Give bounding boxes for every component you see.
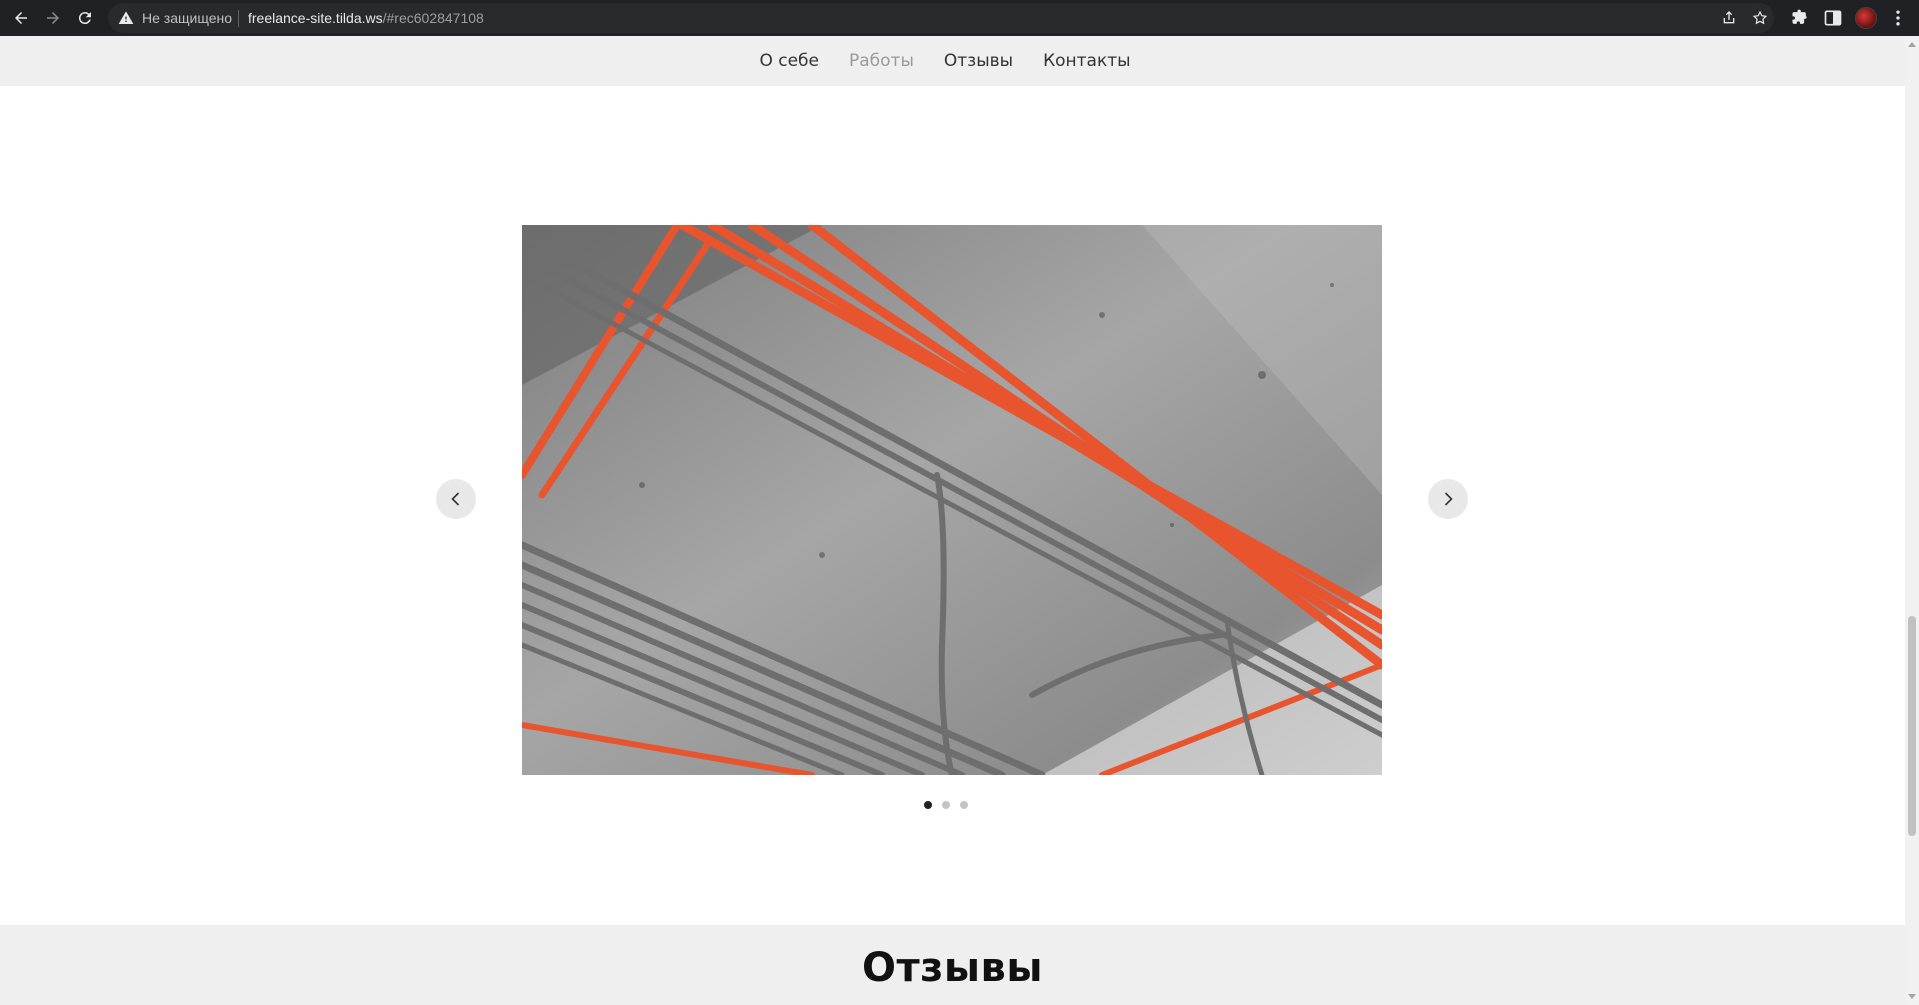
bookmark-star-icon[interactable]: [1752, 10, 1768, 26]
nav-link-works[interactable]: Работы: [849, 51, 914, 71]
profile-avatar[interactable]: [1855, 7, 1877, 29]
slider-dot-1[interactable]: [924, 801, 932, 809]
scroll-up-arrow-icon[interactable]: [1908, 42, 1916, 47]
reviews-title: Отзывы: [861, 945, 1044, 991]
gallery-slider[interactable]: [522, 225, 1382, 775]
address-bar[interactable]: Не защищено freelance-site.tilda.ws/#rec…: [108, 3, 1774, 33]
chevron-left-icon: [451, 492, 460, 506]
reload-button[interactable]: [73, 6, 97, 30]
nav-link-reviews[interactable]: Отзывы: [944, 51, 1013, 71]
url-text[interactable]: freelance-site.tilda.ws/#rec602847108: [248, 10, 484, 26]
nav-link-contacts[interactable]: Контакты: [1043, 51, 1131, 71]
forward-button[interactable]: [41, 6, 65, 30]
page-scrollbar[interactable]: [1905, 36, 1919, 1005]
slider-dot-2[interactable]: [942, 801, 950, 809]
side-panel-icon[interactable]: [1823, 8, 1843, 28]
slider-pagination: [924, 801, 968, 809]
scroll-thumb[interactable]: [1908, 616, 1916, 836]
reload-icon: [78, 12, 91, 25]
back-button[interactable]: [9, 6, 33, 30]
arrow-right-icon: [47, 12, 59, 24]
arrow-left-icon: [15, 12, 27, 24]
reviews-section: Отзывы: [0, 925, 1905, 1005]
slider-dot-3[interactable]: [960, 801, 968, 809]
warning-icon[interactable]: [118, 10, 134, 26]
nav-link-about[interactable]: О себе: [759, 51, 819, 71]
divider: [238, 10, 239, 27]
chevron-right-icon: [1444, 492, 1453, 506]
url-host: freelance-site.tilda.ws: [248, 10, 383, 26]
url-path: /#rec602847108: [382, 10, 484, 26]
kebab-menu-icon[interactable]: [1888, 8, 1908, 28]
security-status[interactable]: Не защищено: [142, 10, 232, 26]
slider-next-button[interactable]: [1428, 479, 1468, 519]
site-navigation: О себе Работы Отзывы Контакты: [0, 36, 1905, 86]
extensions-puzzle-icon[interactable]: [1790, 8, 1810, 28]
slider-prev-button[interactable]: [436, 479, 476, 519]
page-viewport: О себе Работы Отзывы Контакты Отзывы: [0, 36, 1905, 1005]
share-icon[interactable]: [1721, 10, 1737, 26]
scroll-down-arrow-icon[interactable]: [1908, 994, 1916, 999]
slide-image: [522, 225, 1382, 775]
browser-toolbar: Не защищено freelance-site.tilda.ws/#rec…: [0, 0, 1919, 36]
